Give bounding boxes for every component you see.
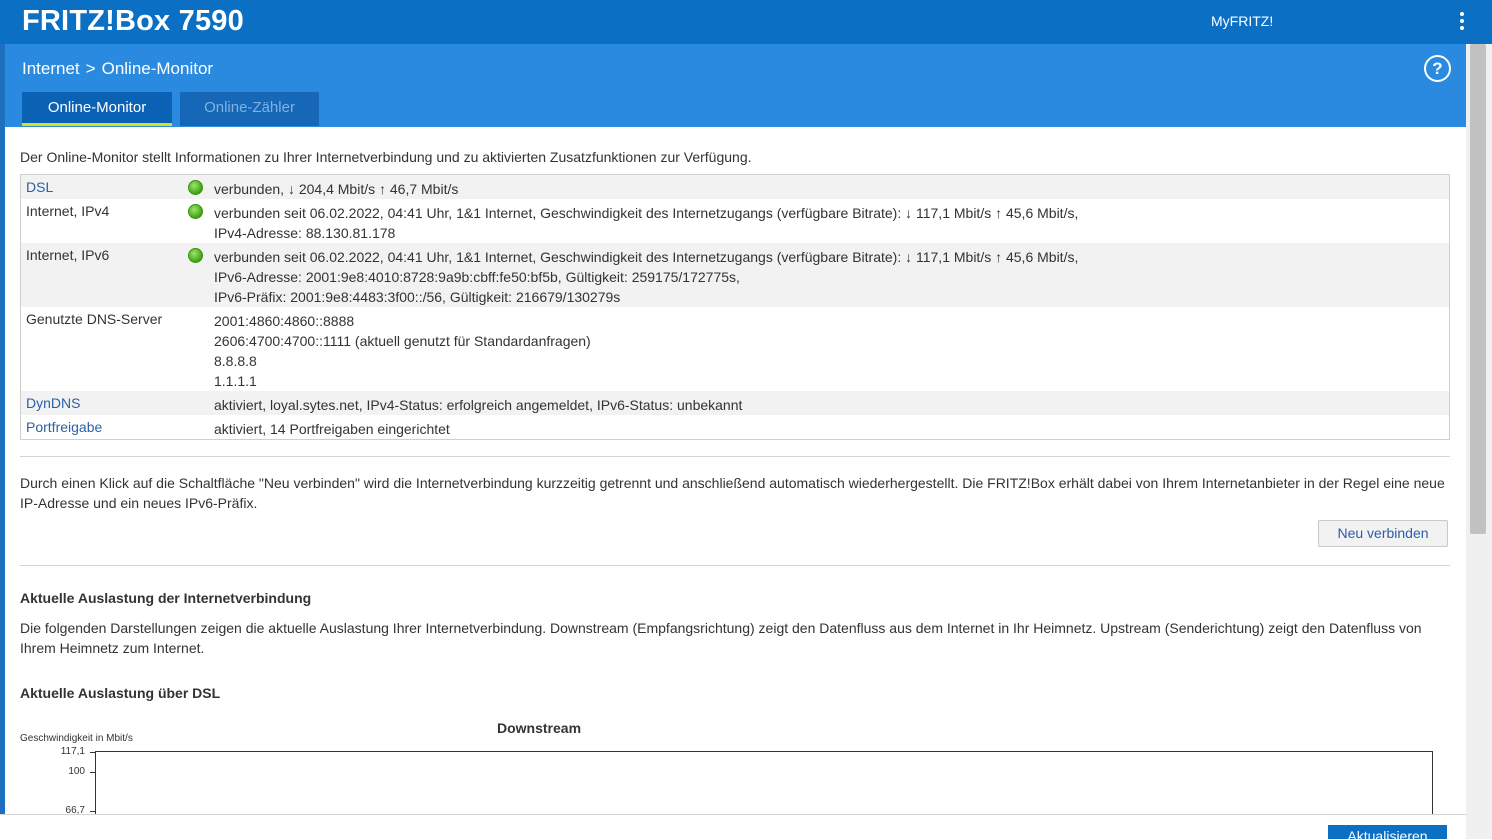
scrollbar-thumb[interactable] [1470, 44, 1486, 534]
breadcrumb-current: Online-Monitor [101, 59, 214, 78]
y-tick-label: 100 [68, 766, 85, 777]
port-forwarding-link[interactable]: Portfreigabe [26, 419, 102, 435]
status-ok-icon [188, 180, 203, 195]
tab-online-monitor[interactable]: Online-Monitor [22, 92, 172, 126]
reconnect-button[interactable]: Neu verbinden [1318, 520, 1448, 547]
row-value: 2606:4700:4700::1111 (aktuell genutzt fü… [214, 333, 591, 349]
bottom-action-bar [0, 814, 1466, 840]
row-label: Genutzte DNS-Server [26, 311, 163, 327]
status-ok-icon [188, 204, 203, 219]
status-table: DSL verbunden, ↓ 204,4 Mbit/s ↑ 46,7 Mbi… [20, 174, 1450, 440]
row-label: Internet, IPv4 [26, 203, 110, 219]
intro-text: Der Online-Monitor stellt Informationen … [20, 149, 752, 165]
row-label: Internet, IPv6 [26, 247, 110, 263]
top-bar: FRITZ!Box 7590 MyFRITZ! [0, 0, 1492, 44]
row-value: aktiviert, 14 Portfreigaben eingerichtet [214, 421, 450, 437]
reconnect-description: Durch einen Klick auf die Schaltfläche "… [20, 475, 1445, 511]
row-value: IPv6-Adresse: 2001:9e8:4010:8728:9a9b:cb… [214, 269, 740, 285]
myfritz-link[interactable]: MyFRITZ! [1211, 13, 1273, 29]
chevron-right-icon: > [85, 59, 96, 78]
dsl-link[interactable]: DSL [26, 179, 53, 195]
load-heading: Aktuelle Auslastung der Internetverbindu… [20, 590, 312, 606]
chart-title: Downstream [497, 720, 582, 736]
status-ok-icon [188, 248, 203, 263]
row-value: verbunden seit 06.02.2022, 04:41 Uhr, 1&… [214, 205, 1079, 221]
row-value: 2001:4860:4860::8888 [214, 313, 355, 329]
row-value: IPv6-Präfix: 2001:9e8:4483:3f00::/56, Gü… [214, 289, 621, 305]
help-icon[interactable]: ? [1424, 55, 1451, 82]
table-row: Internet, IPv6 verbunden seit 06.02.2022… [21, 243, 1449, 307]
table-row: DSL verbunden, ↓ 204,4 Mbit/s ↑ 46,7 Mbi… [21, 175, 1449, 199]
row-value: verbunden seit 06.02.2022, 04:41 Uhr, 1&… [214, 249, 1079, 265]
main-content: Der Online-Monitor stellt Informationen … [5, 127, 1466, 839]
row-value: aktiviert, loyal.sytes.net, IPv4-Status:… [214, 397, 743, 413]
row-value: verbunden, ↓ 204,4 Mbit/s ↑ 46,7 Mbit/s [214, 181, 459, 197]
table-row: Portfreigabe aktiviert, 14 Portfreigaben… [21, 415, 1449, 439]
breadcrumb-parent[interactable]: Internet [22, 59, 80, 78]
breadcrumb: Internet > Online-Monitor [22, 59, 213, 79]
kebab-menu-icon[interactable] [1458, 12, 1466, 32]
divider [20, 456, 1450, 457]
chart-y-axis-label: Geschwindigkeit in Mbit/s [20, 733, 133, 744]
dyndns-link[interactable]: DynDNS [26, 395, 80, 411]
divider [20, 565, 1450, 566]
row-value: 8.8.8.8 [214, 353, 257, 369]
table-row: Genutzte DNS-Server 2001:4860:4860::8888… [21, 307, 1449, 391]
y-tick-label: 117,1 [60, 746, 85, 757]
refresh-button[interactable]: Aktualisieren [1328, 825, 1447, 839]
brand-logo: FRITZ!Box 7590 [22, 5, 244, 37]
row-value: IPv4-Adresse: 88.130.81.178 [214, 225, 396, 241]
load-description: Die folgenden Darstellungen zeigen die a… [20, 620, 1422, 656]
table-row: Internet, IPv4 verbunden seit 06.02.2022… [21, 199, 1449, 243]
row-value: 1.1.1.1 [214, 373, 257, 389]
dsl-load-heading: Aktuelle Auslastung über DSL [20, 685, 221, 701]
table-row: DynDNS aktiviert, loyal.sytes.net, IPv4-… [21, 391, 1449, 415]
sub-header: Internet > Online-Monitor ? Online-Monitor… [5, 44, 1466, 127]
tab-online-counter[interactable]: Online-Zähler [180, 92, 319, 126]
page-scrollbar[interactable] [1466, 44, 1492, 839]
